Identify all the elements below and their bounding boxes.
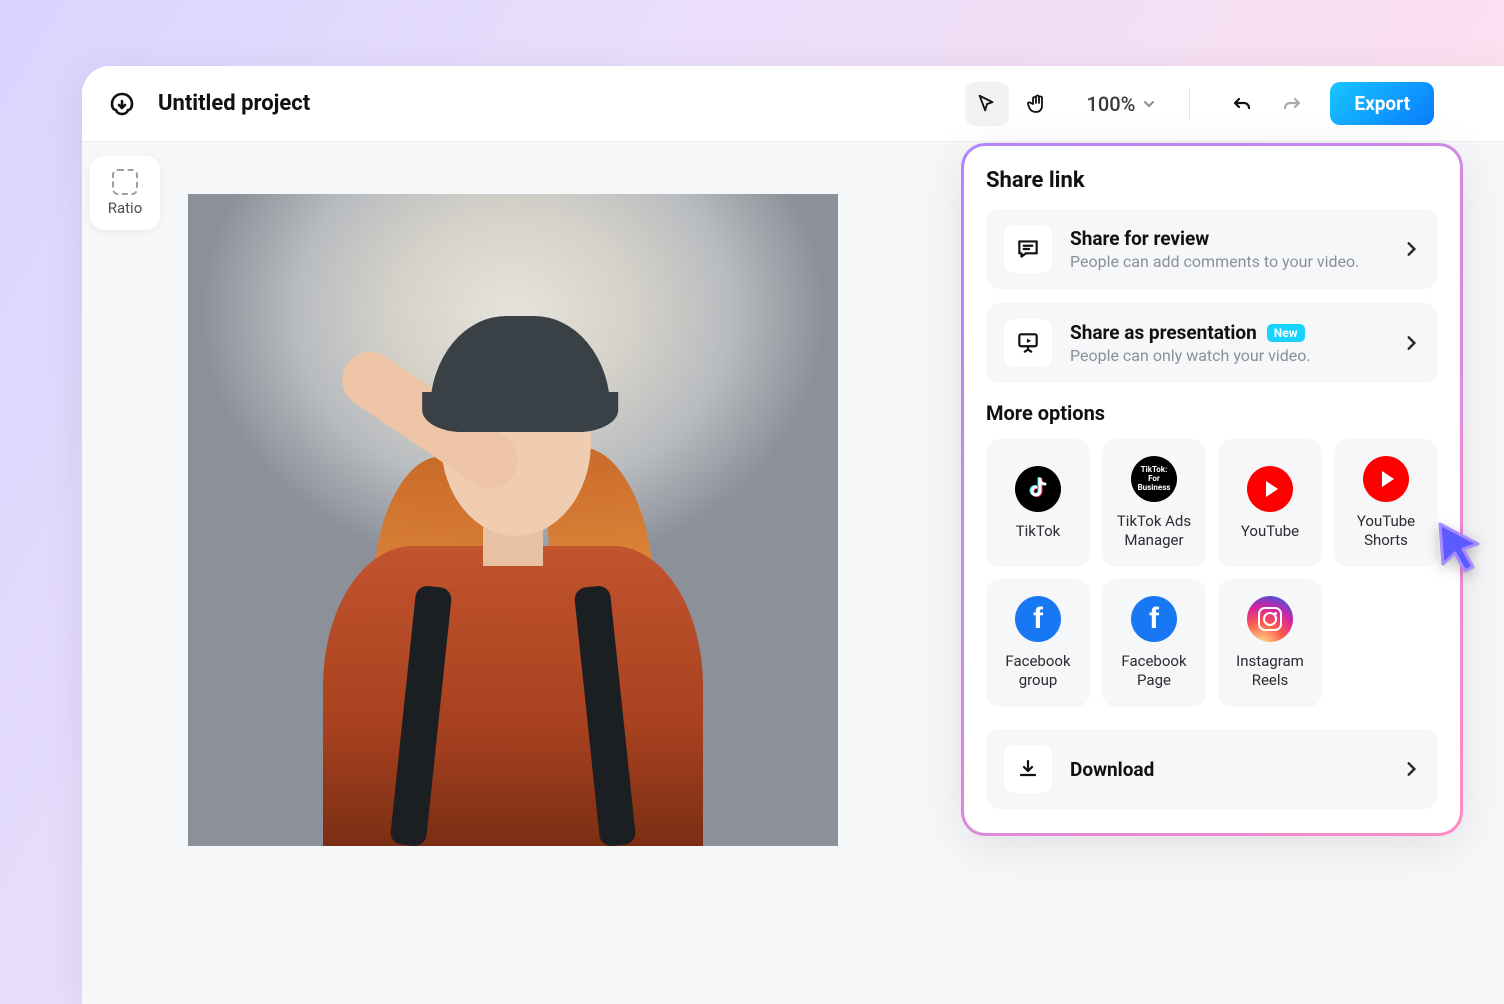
option-label: Instagram Reels [1226, 652, 1314, 690]
share-presentation-subtitle: People can only watch your video. [1070, 346, 1384, 365]
share-review-title: Share for review [1070, 227, 1209, 250]
topbar: Untitled project 100% [82, 66, 1504, 142]
share-presentation-title: Share as presentation [1070, 321, 1257, 344]
share-option-youtube[interactable]: YouTube [1218, 439, 1322, 567]
zoom-value: 100% [1087, 92, 1136, 116]
download-button[interactable]: Download [986, 729, 1438, 809]
app-logo-icon[interactable] [104, 86, 140, 122]
option-label: TikTok [1016, 522, 1061, 541]
share-panel: Share link Share for review People can a… [964, 146, 1460, 833]
undo-button[interactable] [1222, 84, 1262, 124]
hand-tool-button[interactable] [1015, 82, 1059, 126]
share-options-grid: TikTok TikTok:For Business TikTok Ads Ma… [986, 439, 1438, 707]
share-option-tiktok[interactable]: TikTok [986, 439, 1090, 567]
ratio-tool-button[interactable]: Ratio [90, 156, 160, 230]
share-option-tiktok-ads[interactable]: TikTok:For Business TikTok Ads Manager [1102, 439, 1206, 567]
hand-icon [1025, 92, 1049, 116]
export-button[interactable]: Export [1330, 82, 1434, 125]
share-panel-title: Share link [986, 168, 1438, 193]
option-label: Facebook Page [1110, 652, 1198, 690]
redo-icon [1280, 92, 1304, 116]
chevron-right-icon [1402, 760, 1420, 778]
share-review-subtitle: People can add comments to your video. [1070, 252, 1384, 271]
option-label: YouTube Shorts [1342, 512, 1430, 550]
presentation-icon [1004, 319, 1052, 367]
share-option-instagram-reels[interactable]: Instagram Reels [1218, 579, 1322, 707]
instagram-icon [1247, 596, 1293, 642]
tutorial-cursor-icon [1434, 520, 1488, 578]
chevron-down-icon [1141, 96, 1157, 112]
undo-redo-group [1222, 84, 1312, 124]
tiktok-business-icon: TikTok:For Business [1131, 456, 1177, 502]
more-options-title: More options [986, 401, 1438, 425]
tiktok-icon [1015, 466, 1061, 512]
option-label: TikTok Ads Manager [1110, 512, 1198, 550]
youtube-icon [1247, 466, 1293, 512]
undo-icon [1230, 92, 1254, 116]
download-label: Download [1070, 758, 1154, 781]
download-icon [1004, 745, 1052, 793]
share-as-presentation-button[interactable]: Share as presentation New People can onl… [986, 303, 1438, 383]
option-label: Facebook group [994, 652, 1082, 690]
tool-group [965, 82, 1059, 126]
new-badge: New [1267, 324, 1305, 342]
ratio-icon [112, 169, 138, 195]
chevron-right-icon [1402, 334, 1420, 352]
redo-button[interactable] [1272, 84, 1312, 124]
zoom-dropdown[interactable]: 100% [1087, 92, 1158, 116]
ratio-label: Ratio [108, 199, 143, 217]
comment-icon [1004, 225, 1052, 273]
share-option-facebook-group[interactable]: f Facebook group [986, 579, 1090, 707]
share-option-youtube-shorts[interactable]: YouTube Shorts [1334, 439, 1438, 567]
cursor-icon [976, 93, 998, 115]
photo-placeholder [283, 326, 743, 846]
divider [1189, 88, 1190, 120]
facebook-icon: f [1131, 596, 1177, 642]
chevron-right-icon [1402, 240, 1420, 258]
facebook-icon: f [1015, 596, 1061, 642]
option-label: YouTube [1241, 522, 1299, 541]
youtube-shorts-icon [1363, 456, 1409, 502]
select-tool-button[interactable] [965, 82, 1009, 126]
share-option-facebook-page[interactable]: f Facebook Page [1102, 579, 1206, 707]
app-window: Untitled project 100% [82, 66, 1504, 1004]
canvas-media[interactable] [188, 194, 838, 846]
project-title[interactable]: Untitled project [158, 91, 310, 116]
share-for-review-button[interactable]: Share for review People can add comments… [986, 209, 1438, 289]
